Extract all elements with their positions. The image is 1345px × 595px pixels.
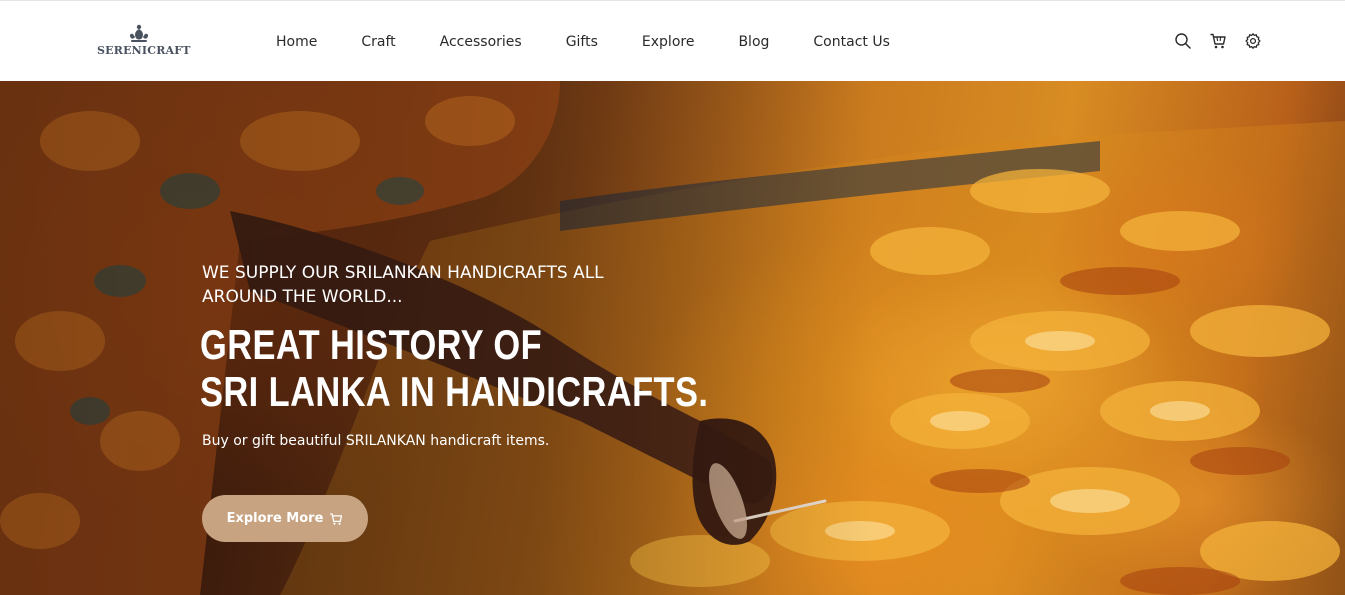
header-icon-group xyxy=(1174,32,1262,50)
hero-subtext: Buy or gift beautiful SRILANKAN handicra… xyxy=(202,433,550,449)
cart-icon xyxy=(330,512,343,525)
explore-more-label: Explore More xyxy=(226,511,324,526)
explore-more-button[interactable]: Explore More xyxy=(202,495,368,542)
hero-tagline: WE SUPPLY OUR SRILANKAN HANDICRAFTS ALL … xyxy=(202,263,604,307)
nav-item-explore[interactable]: Explore xyxy=(620,31,717,53)
nav-item-craft[interactable]: Craft xyxy=(339,31,417,53)
nav-item-home[interactable]: Home xyxy=(254,31,339,53)
nav-item-accessories[interactable]: Accessories xyxy=(418,31,544,53)
site-header: SERENICRAFT Home Craft Accessories Gifts… xyxy=(0,0,1345,81)
brand-logo[interactable]: SERENICRAFT xyxy=(97,23,191,63)
settings-gear-icon[interactable] xyxy=(1244,32,1262,50)
cart-icon[interactable] xyxy=(1209,32,1227,50)
hero-banner: WE SUPPLY OUR SRILANKAN HANDICRAFTS ALL … xyxy=(0,81,1345,595)
nav-item-blog[interactable]: Blog xyxy=(716,31,791,53)
main-nav: Home Craft Accessories Gifts Explore Blo… xyxy=(254,31,912,53)
search-icon[interactable] xyxy=(1174,32,1192,50)
logo-text: SERENICRAFT xyxy=(97,44,191,57)
logo-emblem-icon xyxy=(129,24,149,42)
hero-headline: GREAT HISTORY OF SRI LANKA IN HANDICRAFT… xyxy=(200,321,709,415)
nav-item-gifts[interactable]: Gifts xyxy=(544,31,620,53)
hero-headline-line-1: GREAT HISTORY OF xyxy=(200,321,543,368)
hero-headline-line-2: SRI LANKA IN HANDICRAFTS. xyxy=(200,368,709,415)
nav-item-contact-us[interactable]: Contact Us xyxy=(791,31,911,53)
